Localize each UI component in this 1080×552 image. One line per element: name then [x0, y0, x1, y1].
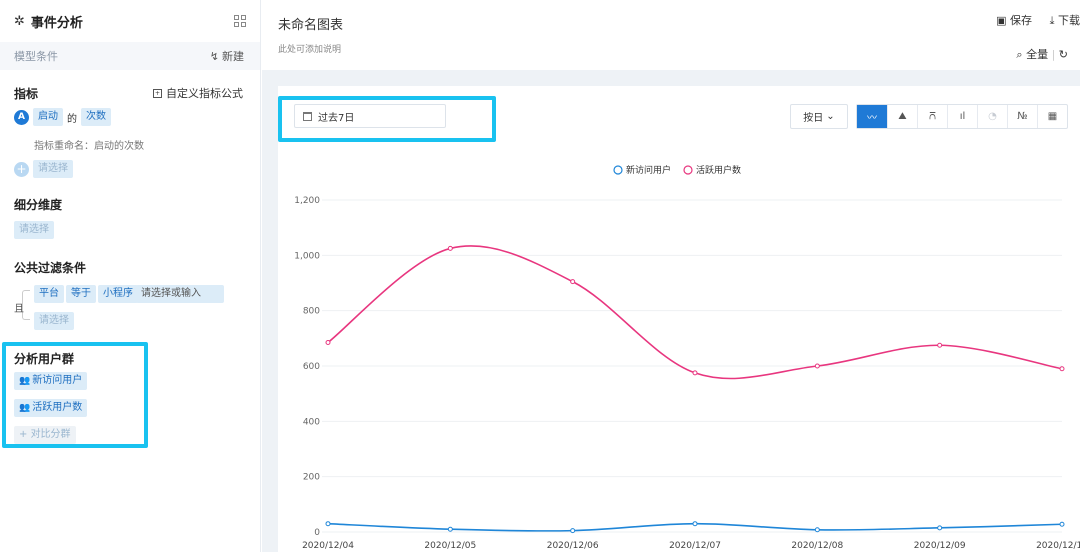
filter-row: 平台 等于 小程序 请选择或输入 — [34, 285, 224, 303]
new-button[interactable]: ↯ 新建 — [210, 48, 244, 64]
data-point — [692, 521, 698, 527]
legend-marker — [683, 165, 693, 175]
dimension-title: 细分维度 — [14, 198, 63, 212]
data-point — [937, 342, 943, 348]
model-conditions-row: 模型条件 ↯ 新建 — [0, 42, 260, 70]
data-point — [814, 363, 820, 369]
data-point — [447, 245, 453, 251]
formula-icon: + — [153, 88, 162, 98]
chart-card: 过去7日 按日 ⌄ 〰 ⛰ ⩃ ıl ◔ № ▦ 新访问用户 活跃用户数 0 200 4… — [278, 86, 1080, 552]
chart-grid: 0 200 400 600 800 1,000 1,200 — [294, 196, 1062, 538]
data-point — [937, 525, 943, 531]
user-group-title: 分析用户群 — [14, 352, 75, 366]
chart-header: 未命名图表 此处可添加说明 ▣ 保存 ⤓ 下载 ⌕ 全量 | ↻ — [262, 0, 1080, 70]
data-point — [447, 526, 453, 532]
y-tick-label: 1,200 — [294, 196, 320, 206]
legend-label: 活跃用户数 — [696, 164, 741, 176]
x-tick-label: 2020/12/10 — [1036, 541, 1080, 551]
metric-measure-select[interactable]: 次数 — [81, 108, 111, 126]
user-group-item[interactable]: 👥 活跃用户数 — [14, 399, 88, 417]
save-button[interactable]: ▣ 保存 — [996, 12, 1032, 28]
chart-title[interactable]: 未命名图表 — [278, 14, 343, 33]
users-icon: 👥 — [19, 403, 31, 413]
filter-value-input[interactable]: 请选择或输入 — [136, 285, 224, 303]
x-tick-label: 2020/12/08 — [791, 541, 843, 551]
filter-field-select[interactable]: 平台 — [34, 285, 64, 303]
line-chart: 新访问用户 活跃用户数 0 200 400 600 800 1,000 1,200 2020/… — [294, 164, 1080, 551]
data-point — [692, 370, 698, 376]
filter-title: 公共过滤条件 — [14, 261, 87, 275]
data-point — [1059, 521, 1065, 527]
users-icon: 👥 — [19, 376, 31, 386]
refresh-icon[interactable]: ↻ — [1059, 48, 1068, 61]
dimension-row: 请选择 — [14, 221, 54, 239]
fullscreen-button[interactable]: ⌕ 全量 | ↻ — [1016, 46, 1068, 62]
filter-add-select[interactable]: 请选择 — [34, 312, 74, 330]
y-tick-label: 0 — [314, 528, 320, 538]
filter-operator-select[interactable]: 等于 — [66, 285, 96, 303]
chart-description[interactable]: 此处可添加说明 — [278, 42, 341, 55]
filter-value-tag[interactable]: 小程序 — [98, 285, 138, 303]
y-tick-label: 1,000 — [294, 251, 320, 261]
metric-row: A 启动 的 次数 — [14, 108, 111, 126]
download-icon: ⤓ — [1049, 14, 1058, 27]
download-button[interactable]: ⤓ 下载 — [1050, 12, 1080, 28]
new-icon: ↯ — [209, 49, 219, 63]
custom-formula-button[interactable]: + 自定义指标公式 — [153, 85, 243, 101]
plus-icon: + — [19, 429, 31, 440]
metric-badge: A — [14, 109, 29, 125]
legend-marker — [613, 165, 623, 175]
user-group-item[interactable]: 👥 新访问用户 — [14, 372, 88, 390]
data-point — [1059, 366, 1065, 372]
data-point — [570, 528, 576, 534]
y-tick-label: 400 — [303, 417, 320, 427]
search-icon: ⌕ — [1016, 48, 1027, 61]
spark-icon: ✲ — [14, 13, 25, 29]
sidebar-title: ✲ 事件分析 — [14, 12, 83, 31]
x-tick-label: 2020/12/04 — [302, 541, 354, 551]
sidebar-header: ✲ 事件分析 — [0, 0, 260, 42]
add-metric-icon[interactable]: + — [14, 161, 29, 177]
chart-series — [325, 245, 1065, 534]
model-conditions-label: 模型条件 — [14, 50, 58, 63]
x-tick-label: 2020/12/05 — [424, 541, 476, 551]
sidebar: ✲ 事件分析 模型条件 ↯ 新建 指标 + 自定义指标公式 A 启动 的 次数 指… — [0, 0, 261, 552]
chart-legend: 新访问用户 活跃用户数 — [613, 164, 741, 176]
filter-add-row: 请选择 — [34, 312, 74, 330]
legend-label: 新访问用户 — [626, 164, 671, 176]
metric-event-select[interactable]: 启动 — [33, 108, 63, 126]
y-tick-label: 200 — [303, 473, 320, 483]
metrics-title: 指标 — [14, 87, 39, 101]
data-point — [814, 527, 820, 533]
add-metric-row: + 请选择 — [14, 160, 73, 178]
dimension-select[interactable]: 请选择 — [14, 221, 54, 239]
y-tick-label: 800 — [303, 307, 320, 317]
data-point — [570, 279, 576, 285]
page-title: 事件分析 — [30, 15, 83, 31]
grid-icon[interactable] — [234, 15, 246, 27]
data-point — [325, 339, 331, 345]
compare-group-button[interactable]: + 对比分群 — [14, 426, 76, 444]
x-tick-label: 2020/12/07 — [669, 541, 721, 551]
x-tick-label: 2020/12/06 — [547, 541, 599, 551]
series-line — [327, 245, 1063, 380]
add-metric-select[interactable]: 请选择 — [33, 160, 73, 178]
main-area: 未命名图表 此处可添加说明 ▣ 保存 ⤓ 下载 ⌕ 全量 | ↻ 过去7日 按日… — [262, 0, 1080, 552]
chart-x-axis: 2020/12/04 2020/12/05 2020/12/06 2020/12/07… — [302, 541, 1080, 551]
metric-of-label: 的 — [67, 113, 77, 125]
save-icon: ▣ — [996, 14, 1010, 27]
x-tick-label: 2020/12/09 — [914, 541, 966, 551]
metric-rename[interactable]: 指标重命名：启动的次数 — [34, 137, 144, 152]
y-tick-label: 600 — [303, 362, 320, 372]
filter-and-label[interactable]: 且 — [14, 300, 24, 315]
data-point — [325, 521, 331, 527]
